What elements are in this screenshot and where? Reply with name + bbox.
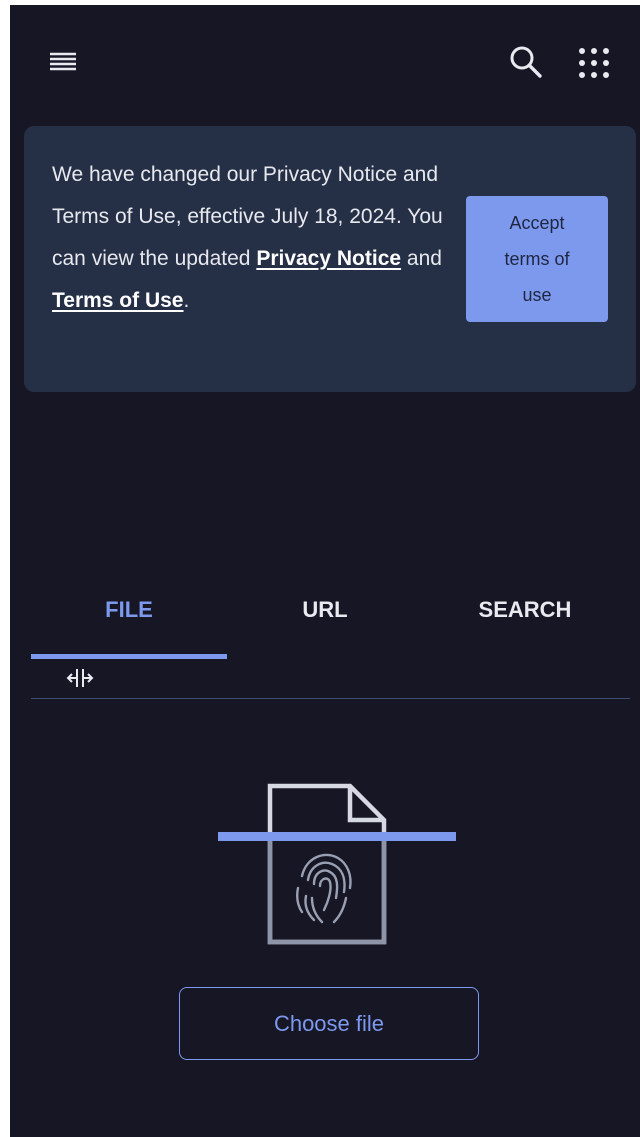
tabs-divider bbox=[31, 698, 630, 699]
active-tab-indicator bbox=[31, 654, 227, 659]
tab-search[interactable]: SEARCH bbox=[427, 590, 623, 660]
upload-tabs: FILE URL SEARCH bbox=[31, 590, 630, 700]
hamburger-menu-icon bbox=[50, 52, 76, 71]
fingerprint-file-scan-icon bbox=[206, 780, 459, 950]
apps-grid-icon bbox=[579, 48, 609, 78]
privacy-notice-link[interactable]: Privacy Notice bbox=[256, 247, 401, 270]
accept-terms-button[interactable]: Accept terms of use bbox=[466, 196, 608, 322]
drag-handle[interactable] bbox=[65, 666, 95, 690]
choose-file-button[interactable]: Choose file bbox=[179, 987, 479, 1060]
notice-text: We have changed our Privacy Notice and T… bbox=[52, 154, 472, 322]
app-screen: We have changed our Privacy Notice and T… bbox=[10, 5, 640, 1137]
terms-of-use-link[interactable]: Terms of Use bbox=[52, 289, 184, 312]
tab-file[interactable]: FILE bbox=[31, 590, 227, 660]
top-bar bbox=[10, 5, 640, 115]
notice-text-part: . bbox=[183, 289, 190, 312]
search-icon bbox=[510, 46, 542, 78]
drag-handle-icon bbox=[66, 669, 94, 687]
menu-button[interactable] bbox=[46, 45, 80, 79]
tab-url[interactable]: URL bbox=[227, 590, 423, 660]
apps-button[interactable] bbox=[572, 41, 616, 85]
privacy-notice-banner: We have changed our Privacy Notice and T… bbox=[24, 126, 636, 392]
notice-text-part: and bbox=[401, 247, 442, 270]
search-button[interactable] bbox=[504, 41, 548, 85]
